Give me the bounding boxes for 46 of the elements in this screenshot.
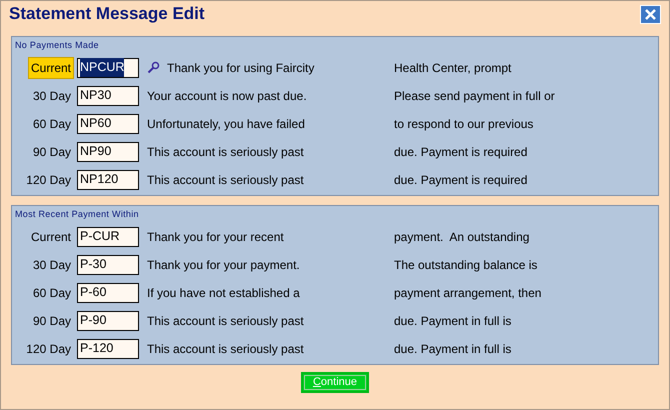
close-button[interactable] (640, 4, 661, 24)
message-text: Please send payment in full or (394, 88, 555, 104)
message-text: due. Payment is required (394, 144, 528, 160)
code-field[interactable]: P-30 (77, 254, 139, 274)
message-text: Thank you for your recent (147, 228, 284, 246)
message-text: Thank you for your payment. (147, 256, 300, 274)
message-text: This account is seriously past (147, 144, 304, 160)
message-text: If you have not established a (147, 284, 300, 302)
message-text: due. Payment in full is (394, 340, 512, 358)
search-icon[interactable] (147, 61, 160, 74)
section-title: Most Recent Payment Within (14, 208, 140, 221)
row-label: 60 Day (32, 116, 72, 132)
code-field[interactable]: P-60 (77, 282, 139, 302)
message-text: The outstanding balance is (394, 256, 538, 274)
code-field[interactable]: NP60 (77, 114, 139, 134)
message-text: due. Payment is required (394, 172, 528, 188)
row-label: 120 Day (25, 340, 72, 358)
code-field[interactable]: P-90 (77, 310, 139, 330)
message-text: This account is seriously past (147, 340, 304, 358)
message-text: Thank you for using Faircity (167, 60, 314, 76)
message-text: payment. An outstanding (394, 228, 530, 246)
code-field[interactable]: P-CUR (77, 226, 139, 246)
section-title: No Payments Made (14, 39, 100, 52)
row-label: Current (30, 228, 72, 246)
row-label: 30 Day (32, 88, 72, 104)
code-field[interactable]: NP120 (77, 170, 139, 190)
message-text: payment arrangement, then (394, 284, 542, 302)
close-icon (645, 8, 656, 20)
message-text: Health Center, prompt (394, 60, 512, 76)
row-label: 90 Day (32, 312, 72, 330)
message-text: to respond to our previous (394, 116, 534, 132)
message-text: This account is seriously past (147, 172, 304, 188)
row-label: 60 Day (32, 284, 72, 302)
message-text: This account is seriously past (147, 312, 304, 330)
message-text: due. Payment in full is (394, 312, 512, 330)
code-field[interactable]: NP30 (77, 86, 139, 106)
row-label: 120 Day (25, 172, 72, 188)
window-title: Statement Message Edit (9, 3, 205, 26)
row-label: Current (28, 56, 74, 78)
code-field[interactable]: P-120 (77, 338, 139, 358)
code-field[interactable]: NP90 (77, 142, 139, 162)
code-field[interactable]: NPCUR (77, 58, 139, 78)
message-text: Your account is now past due. (147, 88, 307, 104)
message-text: Unfortunately, you have failed (147, 116, 305, 132)
row-label: 90 Day (32, 144, 72, 160)
row-label: 30 Day (32, 256, 72, 274)
